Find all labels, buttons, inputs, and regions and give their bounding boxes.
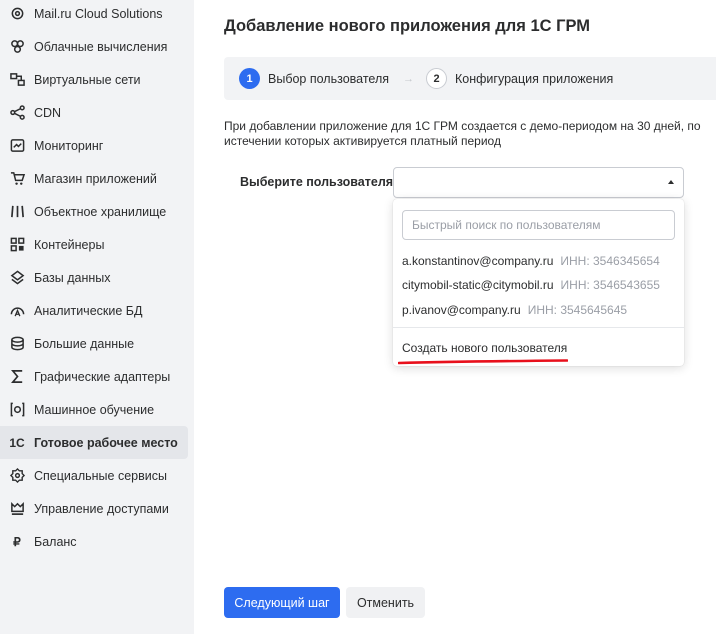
user-option[interactable]: a.konstantinov@company.ru ИНН: 3546345654 <box>402 254 660 268</box>
access-crown-icon <box>9 501 25 517</box>
sidebar-item-mail-ru-cloud-solutions[interactable]: Mail.ru Cloud Solutions <box>0 0 188 30</box>
sidebar-item-machine-learning[interactable]: Машинное обучение <box>0 393 188 426</box>
sidebar-item-workplace-1c[interactable]: 1С Готовое рабочее место <box>0 426 188 459</box>
sidebar-item-label: Аналитические БД <box>34 303 143 318</box>
sidebar-item-databases[interactable]: Базы данных <box>0 261 188 294</box>
sidebar-item-label: Контейнеры <box>34 237 105 252</box>
monitoring-icon <box>9 138 25 154</box>
create-new-user-link[interactable]: Создать нового пользователя <box>402 341 567 355</box>
user-option[interactable]: citymobil-static@citymobil.ru ИНН: 354654… <box>402 278 660 292</box>
network-icon <box>9 72 25 88</box>
sidebar-item-app-store[interactable]: Магазин приложений <box>0 162 188 195</box>
sidebar-item-containers[interactable]: Контейнеры <box>0 228 188 261</box>
sidebar-item-gpu[interactable]: Графические адаптеры <box>0 360 188 393</box>
sidebar-item-access-management[interactable]: Управление доступами <box>0 492 188 525</box>
user-search-input[interactable] <box>402 210 675 240</box>
sidebar-item-balance[interactable]: ₽ Баланс <box>0 525 188 558</box>
user-option-email: citymobil-static@citymobil.ru <box>402 278 554 292</box>
sidebar-item-label: Машинное обучение <box>34 402 155 417</box>
cloud-compute-icon <box>9 39 25 55</box>
analytics-db-icon <box>9 303 25 319</box>
dropdown-divider <box>393 327 684 328</box>
user-option-inn: ИНН: 3546345654 <box>560 254 660 268</box>
ruble-icon: ₽ <box>13 534 21 549</box>
sidebar-item-label: Облачные вычисления <box>34 39 168 54</box>
settings-gear-icon <box>9 6 25 22</box>
sidebar-item-big-data[interactable]: Большие данные <box>0 327 188 360</box>
sidebar-item-label: Мониторинг <box>34 138 104 153</box>
sidebar-item-label: Магазин приложений <box>34 171 157 186</box>
user-select[interactable] <box>393 167 684 198</box>
sidebar-item-label: Специальные сервисы <box>34 468 167 483</box>
user-option-inn: ИНН: 3545645645 <box>527 303 628 317</box>
sidebar: Mail.ru Cloud Solutions Облачные вычисле… <box>0 0 194 634</box>
sidebar-item-label: Графические адаптеры <box>34 369 171 384</box>
sidebar-item-analytics-db[interactable]: Аналитические БД <box>0 294 188 327</box>
user-option-email: p.ivanov@company.ru <box>402 303 521 317</box>
sidebar-item-label: Mail.ru Cloud Solutions <box>34 6 163 21</box>
containers-icon <box>9 237 25 253</box>
sidebar-item-label: CDN <box>34 105 62 120</box>
cdn-share-icon <box>9 105 25 121</box>
next-step-button[interactable]: Следующий шаг <box>224 587 340 618</box>
sidebar-item-label: Базы данных <box>34 270 111 285</box>
sidebar-item-label: Объектное хранилище <box>34 204 167 219</box>
sidebar-item-special-services[interactable]: Специальные сервисы <box>0 459 188 492</box>
arrow-right-icon: → <box>403 72 415 85</box>
user-option-email: a.konstantinov@company.ru <box>402 254 554 268</box>
sidebar-item-monitoring[interactable]: Мониторинг <box>0 129 188 162</box>
sidebar-item-cloud-compute[interactable]: Облачные вычисления <box>0 30 188 63</box>
user-option[interactable]: p.ivanov@company.ru ИНН: 3545645645 <box>402 303 627 317</box>
user-select-label: Выберите пользователя <box>240 175 394 189</box>
big-data-icon <box>9 336 25 352</box>
sidebar-item-object-storage[interactable]: Объектное хранилище <box>0 195 188 228</box>
red-underline-annotation <box>398 359 568 365</box>
user-option-inn: ИНН: 3546543655 <box>560 278 660 292</box>
step-2-number: 2 <box>426 68 448 89</box>
sidebar-item-virtual-networks[interactable]: Виртуальные сети <box>0 63 188 96</box>
1c-icon: 1С <box>9 435 25 450</box>
sidebar-item-label: Управление доступами <box>34 501 169 516</box>
sidebar-item-label: Готовое рабочее место <box>34 435 178 450</box>
object-storage-icon <box>9 204 25 220</box>
cancel-button[interactable]: Отменить <box>346 587 425 618</box>
database-icon <box>9 270 25 286</box>
sidebar-item-label: Виртуальные сети <box>34 72 141 87</box>
sidebar-item-label: Большие данные <box>34 336 135 351</box>
wizard-stepper: 1 Выбор пользователя → 2 Конфигурация пр… <box>224 57 716 100</box>
shop-cart-icon <box>9 171 25 187</box>
page-description: При добавлении приложение для 1С ГРМ соз… <box>224 119 701 148</box>
page-title: Добавление нового приложения для 1С ГРМ <box>224 17 591 35</box>
user-dropdown: a.konstantinov@company.ru ИНН: 3546345654… <box>393 199 684 366</box>
machine-learning-icon <box>9 402 25 418</box>
sidebar-item-label: Баланс <box>34 534 77 549</box>
step-2-label: Конфигурация приложения <box>455 71 614 86</box>
sidebar-item-cdn[interactable]: CDN <box>0 96 188 129</box>
special-services-icon <box>9 467 25 484</box>
sigma-gpu-icon <box>9 369 25 385</box>
step-1-label: Выбор пользователя <box>268 71 390 86</box>
caret-up-icon <box>668 180 674 184</box>
step-1-number: 1 <box>239 68 260 89</box>
